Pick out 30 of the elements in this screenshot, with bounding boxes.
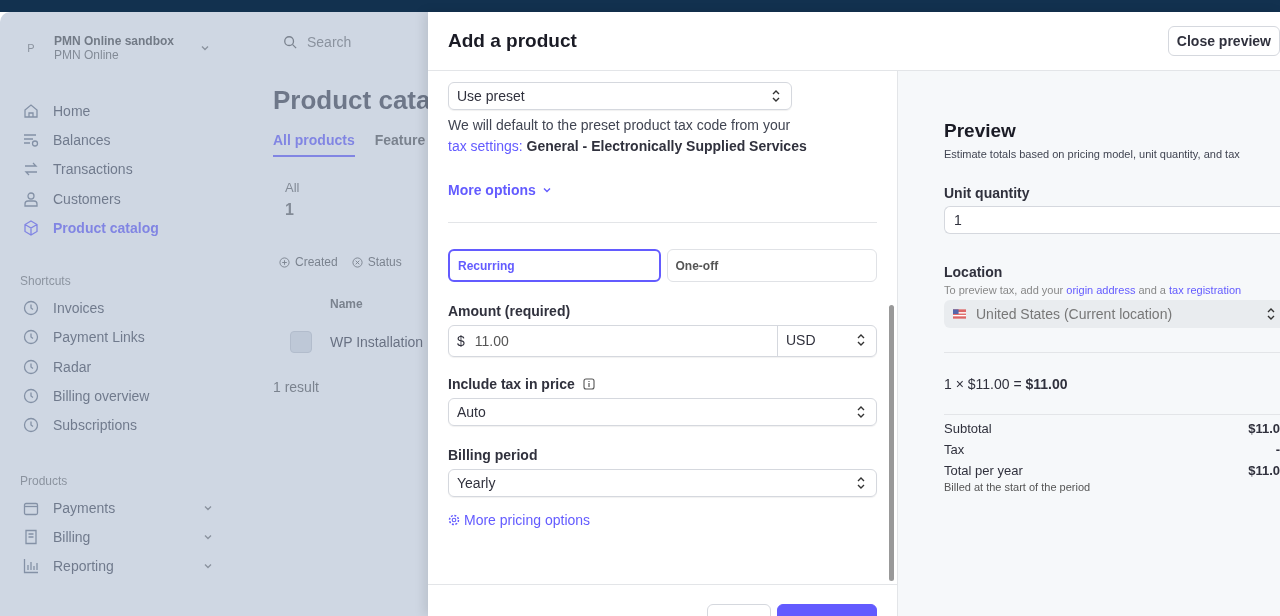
account-subtitle: PMN Online <box>54 48 120 62</box>
account-name: PMN Online sandbox <box>54 34 175 48</box>
total-value: $11.0 <box>1248 421 1280 436</box>
line-calculation: 1 × $11.00 = $11.00 <box>944 376 1069 392</box>
summary-count: 1 <box>285 201 295 219</box>
result-count: 1 result <box>273 379 319 395</box>
total-label: Subtotal <box>944 421 992 436</box>
total-value: - <box>1275 442 1280 457</box>
preview-title: Preview <box>944 120 1017 142</box>
total-label: Tax <box>944 442 965 457</box>
field-label: Billing period <box>448 447 539 463</box>
preview-subtitle: Estimate totals based on pricing model, unit quantity, and tax <box>944 148 1241 160</box>
location-hint: To preview tax, add your origin address and a tax registration <box>944 284 1243 296</box>
column-header: Name <box>330 297 363 311</box>
field-label: Include tax in price <box>448 376 575 392</box>
currency-symbol: $ <box>457 333 465 349</box>
section-heading: Products <box>20 473 69 488</box>
modal-title: Add a product <box>448 30 577 52</box>
billing-note: Billed at the start of the period <box>944 481 1092 493</box>
total-value: $11.0 <box>1248 463 1280 478</box>
field-label: Amount (required) <box>448 303 572 319</box>
page-title: Product cata <box>273 85 431 116</box>
table-cell: WP Installation <box>330 334 424 350</box>
account-avatar: P <box>26 42 36 54</box>
section-heading: Shortcuts <box>20 274 72 289</box>
total-label: Total per year <box>944 463 1023 478</box>
summary-label: All <box>285 180 300 195</box>
field-label: Unit quantity <box>944 185 1031 201</box>
tax-note: We will default to the preset product tax code from your tax settings: General - Electronically Supplied Services <box>448 116 808 156</box>
field-label: Location <box>944 264 1004 280</box>
